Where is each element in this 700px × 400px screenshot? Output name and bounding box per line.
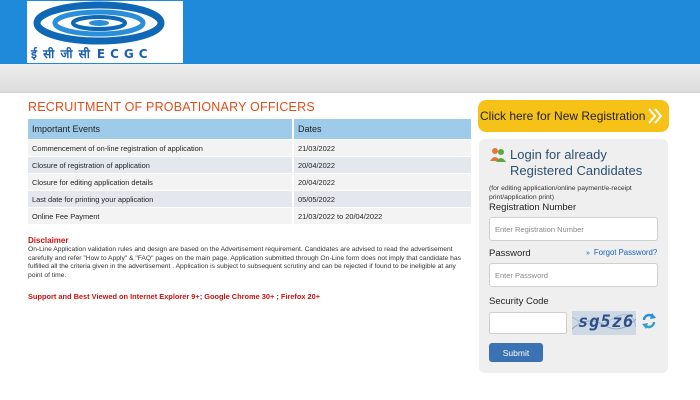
- ecgc-logo[interactable]: ई सी जी सी ECGC: [27, 1, 183, 63]
- forgot-password-label: Forgot Password?: [593, 248, 658, 257]
- captcha-image: sg5z6: [572, 311, 636, 335]
- event-cell: Commencement of on-line registration of …: [28, 139, 294, 157]
- important-events-table: Important Events Dates Commencement of o…: [28, 119, 473, 224]
- registration-number-input[interactable]: [489, 217, 658, 241]
- date-cell: 05/05/2022: [293, 190, 473, 208]
- double-chevron-small-icon: »: [586, 250, 590, 257]
- refresh-icon[interactable]: [641, 312, 657, 330]
- date-cell: 20/04/2022: [293, 173, 473, 191]
- column-header-events: Important Events: [28, 119, 294, 140]
- logo-text: ई सी जी सी ECGC: [31, 45, 153, 62]
- login-panel: Login for already Registered Candidates …: [479, 139, 668, 373]
- submit-button[interactable]: Submit: [489, 343, 543, 362]
- browser-support-note: Support and Best Viewed on Internet Expl…: [28, 292, 321, 301]
- logo-text-latin: ECGC: [96, 47, 153, 61]
- event-cell: Online Fee Payment: [28, 207, 294, 224]
- event-cell: Closure for editing application details: [28, 173, 294, 191]
- registration-number-label: Registration Number: [489, 202, 577, 213]
- captcha-code: sg5z6: [578, 312, 635, 332]
- date-cell: 20/04/2022: [293, 156, 473, 174]
- column-header-dates: Dates: [293, 119, 473, 140]
- logo-text-hindi: ई सी जी सी: [31, 47, 91, 61]
- new-registration-button[interactable]: Click here for New Registration: [478, 100, 669, 132]
- header-bar: ई सी जी सी ECGC: [0, 0, 700, 64]
- login-title: Login for already Registered Candidates: [510, 147, 643, 178]
- event-cell: Last date for printing your application: [28, 190, 294, 208]
- security-code-label: Security Code: [489, 296, 549, 307]
- table-row: Closure of registration of application 2…: [28, 156, 473, 174]
- table-row: Commencement of on-line registration of …: [28, 139, 473, 157]
- disclaimer-title: Disclaimer: [28, 236, 69, 245]
- event-cell: Closure of registration of application: [28, 156, 294, 174]
- forgot-password-link[interactable]: » Forgot Password?: [586, 248, 657, 257]
- security-code-input[interactable]: [489, 312, 567, 334]
- password-label: Password: [489, 248, 531, 259]
- table-row: Last date for printing your application …: [28, 190, 473, 208]
- date-cell: 21/03/2022 to 20/04/2022: [293, 207, 473, 224]
- double-chevron-right-icon: [648, 108, 663, 124]
- page-title: RECRUITMENT OF PROBATIONARY OFFICERS: [28, 100, 315, 114]
- table-row: Online Fee Payment 21/03/2022 to 20/04/2…: [28, 207, 473, 224]
- date-cell: 21/03/2022: [293, 139, 473, 157]
- nav-bar: [0, 64, 700, 93]
- table-row: Closure for editing application details …: [28, 173, 473, 191]
- table-header-row: Important Events Dates: [28, 119, 473, 140]
- login-note: (for editing application/online payment/…: [489, 185, 632, 201]
- disclaimer-text: On-Line Application validation rules and…: [28, 246, 461, 280]
- new-registration-label: Click here for New Registration: [480, 109, 646, 123]
- users-icon: [490, 148, 506, 162]
- password-input[interactable]: [489, 263, 658, 287]
